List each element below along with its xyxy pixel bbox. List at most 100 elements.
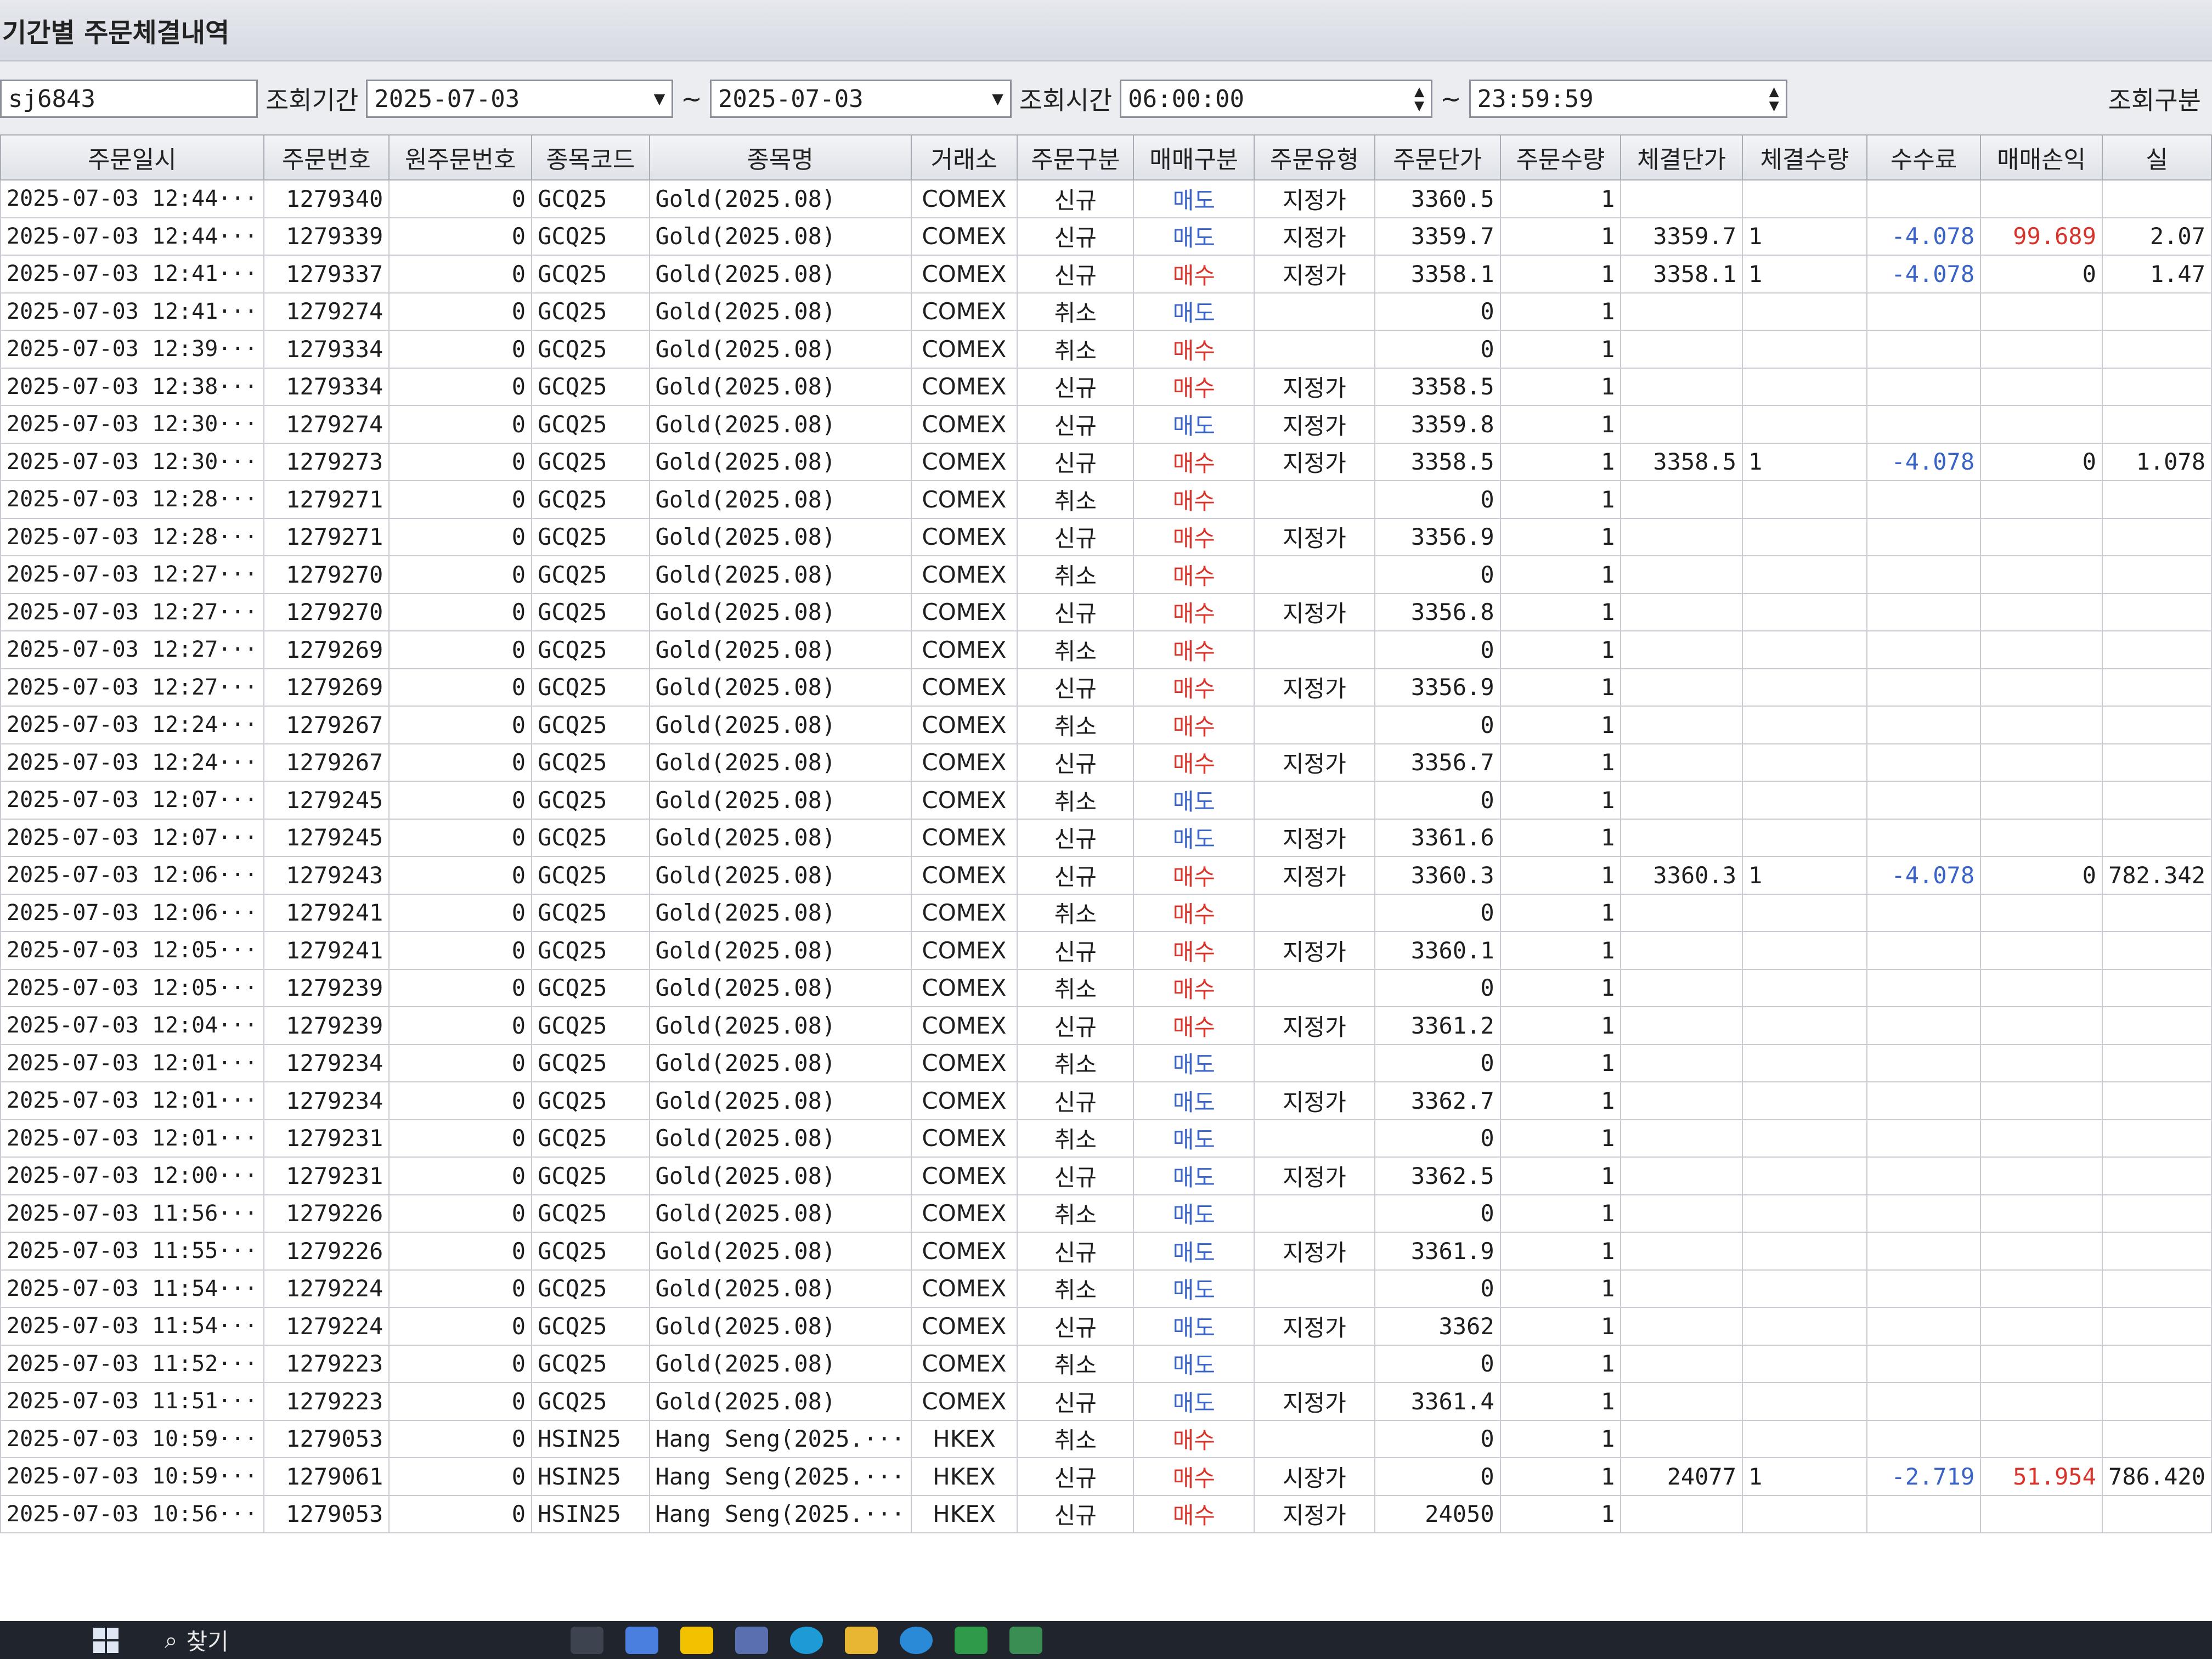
table-row[interactable]: 2025-07-03 12:41··· 1279274 0 GCQ25 Gold(202… (0, 292, 2212, 331)
table-row[interactable]: 2025-07-03 11:55··· 1279226 0 GCQ25 Gold(202… (0, 1232, 2212, 1271)
date-from-dropdown[interactable]: 2025-07-03 ▼ (366, 80, 674, 118)
column-header[interactable]: 종목코드 (531, 134, 650, 180)
table-row[interactable]: 2025-07-03 12:30··· 1279273 0 GCQ25 Gold(202… (0, 442, 2212, 481)
table-cell: 지정가 (1254, 517, 1375, 556)
table-row[interactable]: 2025-07-03 10:59··· 1279061 0 HSIN25 Hang Se… (0, 1457, 2212, 1496)
table-cell (1620, 592, 1743, 631)
table-row[interactable]: 2025-07-03 12:06··· 1279243 0 GCQ25 Gold(202… (0, 856, 2212, 895)
table-cell (1866, 1269, 1982, 1308)
column-header[interactable]: 실 (2101, 134, 2212, 180)
table-cell: GCQ25 (531, 818, 650, 857)
spinner-arrows-icon[interactable]: ▲ ▼ (1769, 83, 1779, 114)
column-header[interactable]: 주문수량 (1499, 134, 1622, 180)
column-header[interactable]: 종목명 (648, 134, 912, 180)
app-icon[interactable] (900, 1626, 933, 1654)
table-cell: 신규 (1017, 1457, 1135, 1496)
column-header[interactable]: 주문번호 (263, 134, 390, 180)
column-header[interactable]: 체결수량 (1742, 134, 1867, 180)
table-row[interactable]: 2025-07-03 12:28··· 1279271 0 GCQ25 Gold(202… (0, 480, 2212, 519)
column-header[interactable]: 주문유형 (1254, 134, 1375, 180)
table-row[interactable]: 2025-07-03 12:06··· 1279241 0 GCQ25 Gold(202… (0, 893, 2212, 932)
table-cell: COMEX (910, 480, 1018, 519)
taskbar-search[interactable]: ⌕ 찾기 (165, 1623, 549, 1657)
kakaotalk-icon[interactable] (680, 1626, 713, 1654)
table-row[interactable]: 2025-07-03 12:05··· 1279241 0 GCQ25 Gold(202… (0, 931, 2212, 970)
app-icon[interactable] (1009, 1626, 1042, 1654)
excel-icon[interactable] (955, 1626, 988, 1654)
table-row[interactable]: 2025-07-03 12:30··· 1279274 0 GCQ25 Gold(202… (0, 405, 2212, 444)
table-cell (1620, 743, 1743, 782)
table-cell: 3362 (1374, 1307, 1501, 1346)
table-cell (1866, 931, 1982, 970)
table-row[interactable]: 2025-07-03 12:27··· 1279270 0 GCQ25 Gold(202… (0, 592, 2212, 631)
column-header[interactable]: 수수료 (1866, 134, 1982, 180)
table-cell: GCQ25 (531, 1006, 650, 1045)
table-cell (1620, 1156, 1743, 1195)
column-header[interactable]: 주문일시 (0, 134, 264, 180)
table-cell (1866, 592, 1982, 631)
table-row[interactable]: 2025-07-03 12:01··· 1279234 0 GCQ25 Gold(202… (0, 1043, 2212, 1082)
column-header[interactable]: 매매구분 (1133, 134, 1255, 180)
table-row[interactable]: 2025-07-03 10:56··· 1279053 0 HSIN25 Hang Se… (0, 1494, 2212, 1533)
edge-icon[interactable] (790, 1626, 823, 1654)
table-cell: 0 (1374, 555, 1501, 594)
column-header[interactable]: 체결단가 (1620, 134, 1743, 180)
table-cell: 취소 (1017, 630, 1135, 669)
table-row[interactable]: 2025-07-03 12:28··· 1279271 0 GCQ25 Gold(202… (0, 517, 2212, 556)
order-grid[interactable]: 주문일시 주문번호 원주문번호 종목코드 종목명 거래소 주문구분 매매구분 주문유형 주문단가 주… (0, 134, 2212, 1621)
search-label: 찾기 (186, 1628, 229, 1655)
spinner-arrows-icon[interactable]: ▲ ▼ (1414, 83, 1424, 114)
table-row[interactable]: 2025-07-03 12:01··· 1279231 0 GCQ25 Gold(202… (0, 1119, 2212, 1158)
table-row[interactable]: 2025-07-03 11:52··· 1279223 0 GCQ25 Gold(202… (0, 1344, 2212, 1383)
windows-start-icon[interactable] (93, 1628, 119, 1653)
table-row[interactable]: 2025-07-03 12:27··· 1279269 0 GCQ25 Gold(202… (0, 630, 2212, 669)
table-row[interactable]: 2025-07-03 12:24··· 1279267 0 GCQ25 Gold(202… (0, 706, 2212, 744)
column-header[interactable]: 원주문번호 (388, 134, 533, 180)
table-cell (2101, 1419, 2212, 1458)
folder-icon[interactable] (845, 1626, 878, 1654)
table-row[interactable]: 2025-07-03 12:27··· 1279270 0 GCQ25 Gold(202… (0, 555, 2212, 594)
column-header[interactable]: 주문단가 (1374, 134, 1501, 180)
table-row[interactable]: 2025-07-03 12:07··· 1279245 0 GCQ25 Gold(202… (0, 818, 2212, 857)
account-field[interactable]: sj6843 (0, 80, 258, 118)
table-row[interactable]: 2025-07-03 12:01··· 1279234 0 GCQ25 Gold(202… (0, 1081, 2212, 1120)
chevron-down-icon[interactable]: ▼ (654, 88, 665, 110)
table-row[interactable]: 2025-07-03 12:44··· 1279340 0 GCQ25 Gold(202… (0, 179, 2212, 218)
app-icon[interactable] (735, 1626, 768, 1654)
table-cell (1980, 517, 2103, 556)
table-row[interactable]: 2025-07-03 12:41··· 1279337 0 GCQ25 Gold(202… (0, 255, 2212, 294)
table-cell: 2025-07-03 12:41··· (0, 292, 264, 331)
table-row[interactable]: 2025-07-03 11:51··· 1279223 0 GCQ25 Gold(202… (0, 1382, 2212, 1421)
table-cell: 0 (388, 1344, 533, 1383)
date-from-value: 2025-07-03 (374, 84, 520, 113)
copilot-icon[interactable] (625, 1626, 658, 1654)
table-cell: 지정가 (1254, 367, 1375, 406)
column-header[interactable]: 거래소 (910, 134, 1018, 180)
table-row[interactable]: 2025-07-03 10:59··· 1279053 0 HSIN25 Hang Se… (0, 1419, 2212, 1458)
table-cell: -4.078 (1866, 856, 1982, 895)
time-from-spinner[interactable]: 06:00:00 ▲ ▼ (1120, 80, 1433, 118)
table-cell: 취소 (1017, 480, 1135, 519)
table-row[interactable]: 2025-07-03 11:54··· 1279224 0 GCQ25 Gold(202… (0, 1307, 2212, 1346)
table-row[interactable]: 2025-07-03 11:54··· 1279224 0 GCQ25 Gold(202… (0, 1269, 2212, 1308)
table-row[interactable]: 2025-07-03 12:00··· 1279231 0 GCQ25 Gold(202… (0, 1156, 2212, 1195)
chevron-down-icon[interactable]: ▼ (992, 88, 1003, 110)
table-row[interactable]: 2025-07-03 12:04··· 1279239 0 GCQ25 Gold(202… (0, 1006, 2212, 1045)
table-row[interactable]: 2025-07-03 12:38··· 1279334 0 GCQ25 Gold(202… (0, 367, 2212, 406)
table-row[interactable]: 2025-07-03 12:05··· 1279239 0 GCQ25 Gold(202… (0, 968, 2212, 1007)
table-cell: GCQ25 (531, 1081, 650, 1120)
table-row[interactable]: 2025-07-03 12:07··· 1279245 0 GCQ25 Gold(202… (0, 781, 2212, 820)
column-header[interactable]: 매매손익 (1980, 134, 2103, 180)
table-row[interactable]: 2025-07-03 12:24··· 1279267 0 GCQ25 Gold(202… (0, 743, 2212, 782)
table-cell: 매수 (1133, 517, 1255, 556)
time-to-spinner[interactable]: 23:59:59 ▲ ▼ (1469, 80, 1787, 118)
table-cell: 0 (1374, 1419, 1501, 1458)
column-header[interactable]: 주문구분 (1017, 134, 1135, 180)
table-cell (1866, 179, 1982, 218)
task-view-icon[interactable] (571, 1626, 603, 1654)
table-row[interactable]: 2025-07-03 12:44··· 1279339 0 GCQ25 Gold(202… (0, 217, 2212, 256)
table-row[interactable]: 2025-07-03 12:27··· 1279269 0 GCQ25 Gold(202… (0, 668, 2212, 707)
date-to-dropdown[interactable]: 2025-07-03 ▼ (709, 80, 1012, 118)
table-row[interactable]: 2025-07-03 11:56··· 1279226 0 GCQ25 Gold(202… (0, 1194, 2212, 1233)
table-row[interactable]: 2025-07-03 12:39··· 1279334 0 GCQ25 Gold(202… (0, 330, 2212, 369)
